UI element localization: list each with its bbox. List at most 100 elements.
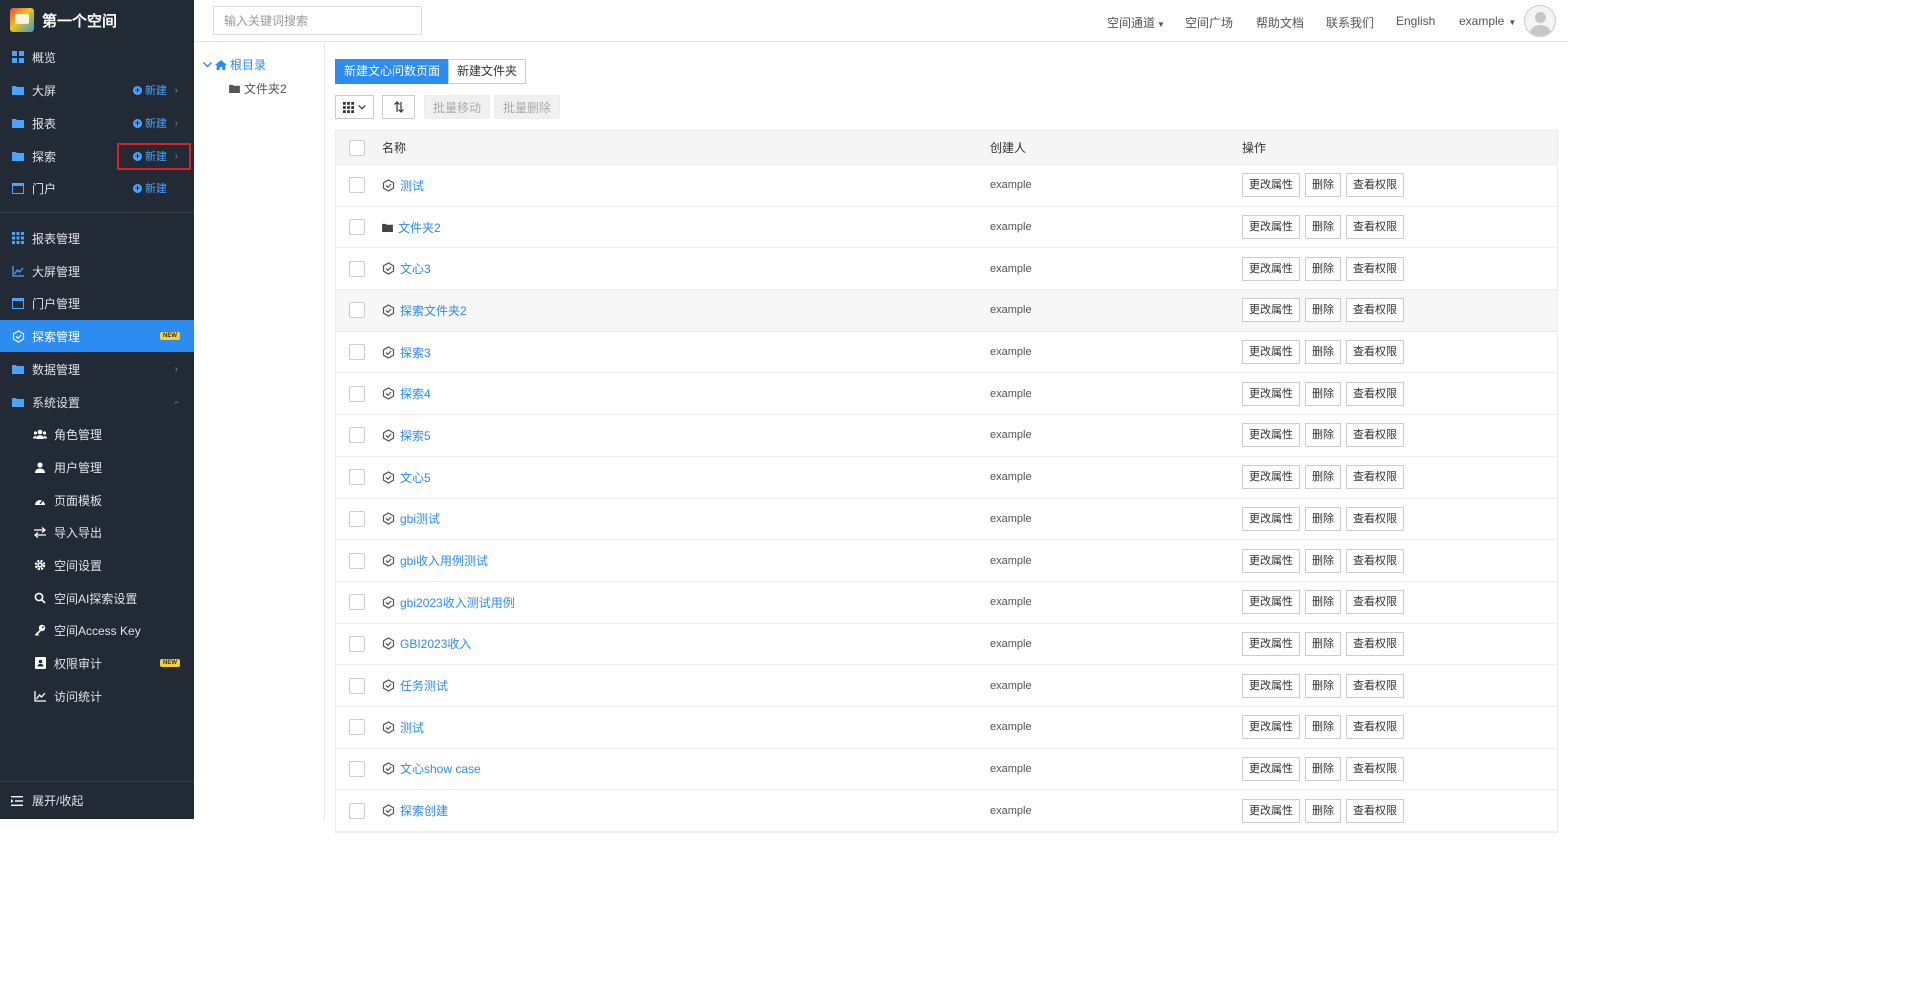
row-checkbox[interactable] xyxy=(349,510,365,527)
help-docs-link[interactable]: 帮助文档 xyxy=(1256,14,1304,31)
edit-properties-button[interactable]: 更改属性 xyxy=(1242,506,1300,531)
table-row[interactable]: 文件夹2 example 更改属性 删除 查看权限 xyxy=(336,206,1557,249)
table-row[interactable]: 文心5 example 更改属性 删除 查看权限 xyxy=(336,456,1557,499)
delete-button[interactable]: 删除 xyxy=(1305,756,1341,781)
table-row[interactable]: 测试 example 更改属性 删除 查看权限 xyxy=(336,165,1557,207)
view-permissions-button[interactable]: 查看权限 xyxy=(1346,506,1404,531)
select-all-checkbox[interactable] xyxy=(349,139,365,156)
item-name-link[interactable]: 文心show case xyxy=(382,760,481,777)
table-row[interactable]: 探索4 example 更改属性 删除 查看权限 xyxy=(336,373,1557,416)
sidebar-item-report[interactable]: 报表 + 新建 › xyxy=(0,107,194,139)
sidebar-item-portal[interactable]: 门户 + 新建 xyxy=(0,172,194,204)
edit-properties-button[interactable]: 更改属性 xyxy=(1242,631,1300,656)
row-checkbox[interactable] xyxy=(349,760,365,777)
item-name-link[interactable]: 文心5 xyxy=(382,469,431,486)
edit-properties-button[interactable]: 更改属性 xyxy=(1242,798,1300,823)
item-name-link[interactable]: gbi2023收入测试用例 xyxy=(382,594,515,611)
sidebar-item-portal-manage[interactable]: 门户管理 xyxy=(0,287,194,319)
delete-button[interactable]: 删除 xyxy=(1305,590,1341,615)
row-checkbox[interactable] xyxy=(349,594,365,611)
delete-button[interactable]: 删除 xyxy=(1305,215,1341,240)
item-name-link[interactable]: 文件夹2 xyxy=(382,219,441,236)
delete-button[interactable]: 删除 xyxy=(1305,298,1341,323)
item-name-link[interactable]: 探索3 xyxy=(382,344,431,361)
sidebar-item-bigscreen-manage[interactable]: 大屏管理 xyxy=(0,255,194,287)
sidebar-item-import-export[interactable]: 导入导出 xyxy=(0,516,194,548)
delete-button[interactable]: 删除 xyxy=(1305,340,1341,365)
edit-properties-button[interactable]: 更改属性 xyxy=(1242,298,1300,323)
delete-button[interactable]: 删除 xyxy=(1305,548,1341,573)
chevron-right-icon[interactable]: › xyxy=(175,118,178,129)
edit-properties-button[interactable]: 更改属性 xyxy=(1242,381,1300,406)
view-permissions-button[interactable]: 查看权限 xyxy=(1346,465,1404,490)
new-bigscreen-link[interactable]: + 新建 xyxy=(133,82,167,98)
row-checkbox[interactable] xyxy=(349,469,365,486)
view-permissions-button[interactable]: 查看权限 xyxy=(1346,340,1404,365)
view-permissions-button[interactable]: 查看权限 xyxy=(1346,631,1404,656)
view-permissions-button[interactable]: 查看权限 xyxy=(1346,173,1404,198)
table-row[interactable]: 文心show case example 更改属性 删除 查看权限 xyxy=(336,748,1557,791)
view-permissions-button[interactable]: 查看权限 xyxy=(1346,215,1404,240)
row-checkbox[interactable] xyxy=(349,177,365,194)
sort-toggle-button[interactable] xyxy=(382,95,415,119)
item-name-link[interactable]: 任务测试 xyxy=(382,677,448,694)
sidebar-item-user-manage[interactable]: 用户管理 xyxy=(0,451,194,483)
table-row[interactable]: 探索创建 example 更改属性 删除 查看权限 xyxy=(336,790,1557,832)
brand[interactable]: 第一个空间 xyxy=(0,0,194,40)
space-plaza-link[interactable]: 空间广场 xyxy=(1185,14,1233,31)
sidebar-item-explore-manage[interactable]: 探索管理 NEW xyxy=(0,320,194,352)
new-folder-button[interactable]: 新建文件夹 xyxy=(448,59,527,84)
view-permissions-button[interactable]: 查看权限 xyxy=(1346,256,1404,281)
batch-move-button[interactable]: 批量移动 xyxy=(424,95,491,119)
table-row[interactable]: 任务测试 example 更改属性 删除 查看权限 xyxy=(336,665,1557,707)
user-menu-dropdown[interactable]: example ▼ xyxy=(1459,14,1516,28)
delete-button[interactable]: 删除 xyxy=(1305,715,1341,740)
item-name-link[interactable]: gbi测试 xyxy=(382,510,440,527)
new-wenxin-page-button[interactable]: 新建文心问数页面 xyxy=(335,59,450,84)
sidebar-item-system-settings[interactable]: 系统设置 › xyxy=(0,386,194,418)
item-name-link[interactable]: gbi收入用例测试 xyxy=(382,552,488,569)
delete-button[interactable]: 删除 xyxy=(1305,381,1341,406)
row-checkbox[interactable] xyxy=(349,802,365,819)
chevron-right-icon[interactable]: › xyxy=(175,364,178,375)
sidebar-item-permission-audit[interactable]: 权限审计 NEW xyxy=(0,647,194,679)
delete-button[interactable]: 删除 xyxy=(1305,506,1341,531)
edit-properties-button[interactable]: 更改属性 xyxy=(1242,673,1300,698)
row-checkbox[interactable] xyxy=(349,260,365,277)
table-row[interactable]: gbi2023收入测试用例 example 更改属性 删除 查看权限 xyxy=(336,581,1557,624)
row-checkbox[interactable] xyxy=(349,552,365,569)
row-checkbox[interactable] xyxy=(349,219,365,236)
sidebar-item-visit-stats[interactable]: 访问统计 xyxy=(0,680,194,712)
view-permissions-button[interactable]: 查看权限 xyxy=(1346,673,1404,698)
view-permissions-button[interactable]: 查看权限 xyxy=(1346,715,1404,740)
edit-properties-button[interactable]: 更改属性 xyxy=(1242,756,1300,781)
item-name-link[interactable]: 测试 xyxy=(382,177,424,194)
row-checkbox[interactable] xyxy=(349,635,365,652)
new-portal-link[interactable]: + 新建 xyxy=(133,180,167,196)
item-name-link[interactable]: 探索4 xyxy=(382,385,431,402)
delete-button[interactable]: 删除 xyxy=(1305,173,1341,198)
item-name-link[interactable]: 探索5 xyxy=(382,427,431,444)
edit-properties-button[interactable]: 更改属性 xyxy=(1242,173,1300,198)
table-row[interactable]: gbi收入用例测试 example 更改属性 删除 查看权限 xyxy=(336,540,1557,582)
sidebar-item-bigscreen[interactable]: 大屏 + 新建 › xyxy=(0,74,194,106)
delete-button[interactable]: 删除 xyxy=(1305,631,1341,656)
edit-properties-button[interactable]: 更改属性 xyxy=(1242,340,1300,365)
row-checkbox[interactable] xyxy=(349,719,365,736)
sidebar-collapse-toggle[interactable]: 展开/收起 xyxy=(0,781,194,819)
new-report-link[interactable]: + 新建 xyxy=(133,115,167,131)
space-channel-dropdown[interactable]: 空间通道 ▼ xyxy=(1107,14,1165,31)
table-row[interactable]: 测试 example 更改属性 删除 查看权限 xyxy=(336,706,1557,749)
view-permissions-button[interactable]: 查看权限 xyxy=(1346,756,1404,781)
sidebar-item-overview[interactable]: 概览 xyxy=(0,41,194,73)
sidebar-item-access-key[interactable]: 空间Access Key xyxy=(0,614,194,646)
delete-button[interactable]: 删除 xyxy=(1305,798,1341,823)
tree-node-folder[interactable]: 文件夹2 xyxy=(229,80,287,97)
item-name-link[interactable]: 文心3 xyxy=(382,260,431,277)
tree-root-node[interactable]: 根目录 xyxy=(203,56,266,73)
chevron-down-icon[interactable] xyxy=(203,61,212,68)
batch-delete-button[interactable]: 批量删除 xyxy=(494,95,561,119)
sidebar-item-report-manage[interactable]: 报表管理 xyxy=(0,222,194,254)
sidebar-item-ai-explore-settings[interactable]: 空间AI探索设置 xyxy=(0,582,194,614)
sidebar-item-role-manage[interactable]: 角色管理 xyxy=(0,418,194,450)
